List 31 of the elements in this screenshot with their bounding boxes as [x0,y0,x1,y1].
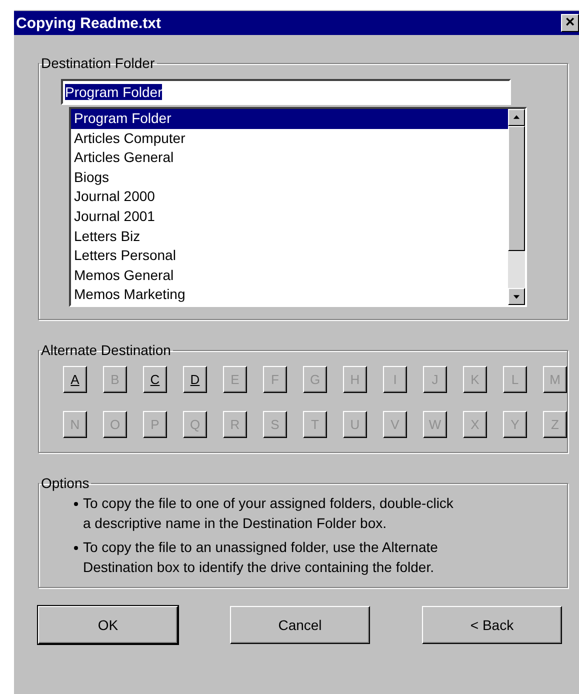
folder-list-item[interactable]: Articles General [71,148,508,168]
dialog-button[interactable]: Cancel [230,606,370,644]
drive-button[interactable]: D [183,366,207,393]
close-button[interactable]: × [561,14,579,32]
option-text: To copy the file to an unassigned folder, use the Alternate Destination box to identify the drive containing the folder. [83,538,439,577]
folder-list-item[interactable]: Letters Personal [71,246,508,266]
folder-list-item[interactable]: Memos General [71,266,508,286]
folder-list-item[interactable]: Memos Marketing [71,285,508,305]
folder-list-item[interactable]: Journal 2001 [71,206,508,227]
folder-list-item[interactable]: Letters Biz [71,226,508,246]
folder-list-item[interactable]: Biogs [71,168,508,188]
folder-list-item[interactable]: Program Folder [71,109,508,129]
folder-list-item[interactable]: Journal 2000 [71,187,508,207]
dialog-button[interactable]: OK [38,606,178,644]
option-text: To copy the file to one of your assigned folders, double-click a descriptive name in the Destination Folder box. [83,494,454,533]
folder-list-item[interactable]: Articles Computer [71,128,508,148]
bullet-icon [74,546,78,550]
group-label: Destination Folder [40,55,156,71]
folder-field[interactable]: Program Folder [61,79,511,105]
scroll-down-icon[interactable] [508,288,525,305]
scroll-thumb[interactable] [508,126,525,251]
dialog-button[interactable]: < Back [422,606,562,644]
group-label: Alternate Destination [40,342,172,358]
drive-button[interactable]: C [143,366,167,393]
group-label: Options [40,475,90,491]
scrollbar[interactable] [508,109,525,305]
drive-button[interactable]: A [63,366,87,393]
window-title: Copying Readme.txt [16,14,162,32]
bullet-icon [74,502,78,506]
scroll-up-icon[interactable] [508,109,525,126]
folder-list[interactable]: Program Folder Articles Computer Articles General Biogs Journal 2000 Journal 2001 Letters Biz Letters Personal Memos General Memos Marketing [69,107,527,307]
